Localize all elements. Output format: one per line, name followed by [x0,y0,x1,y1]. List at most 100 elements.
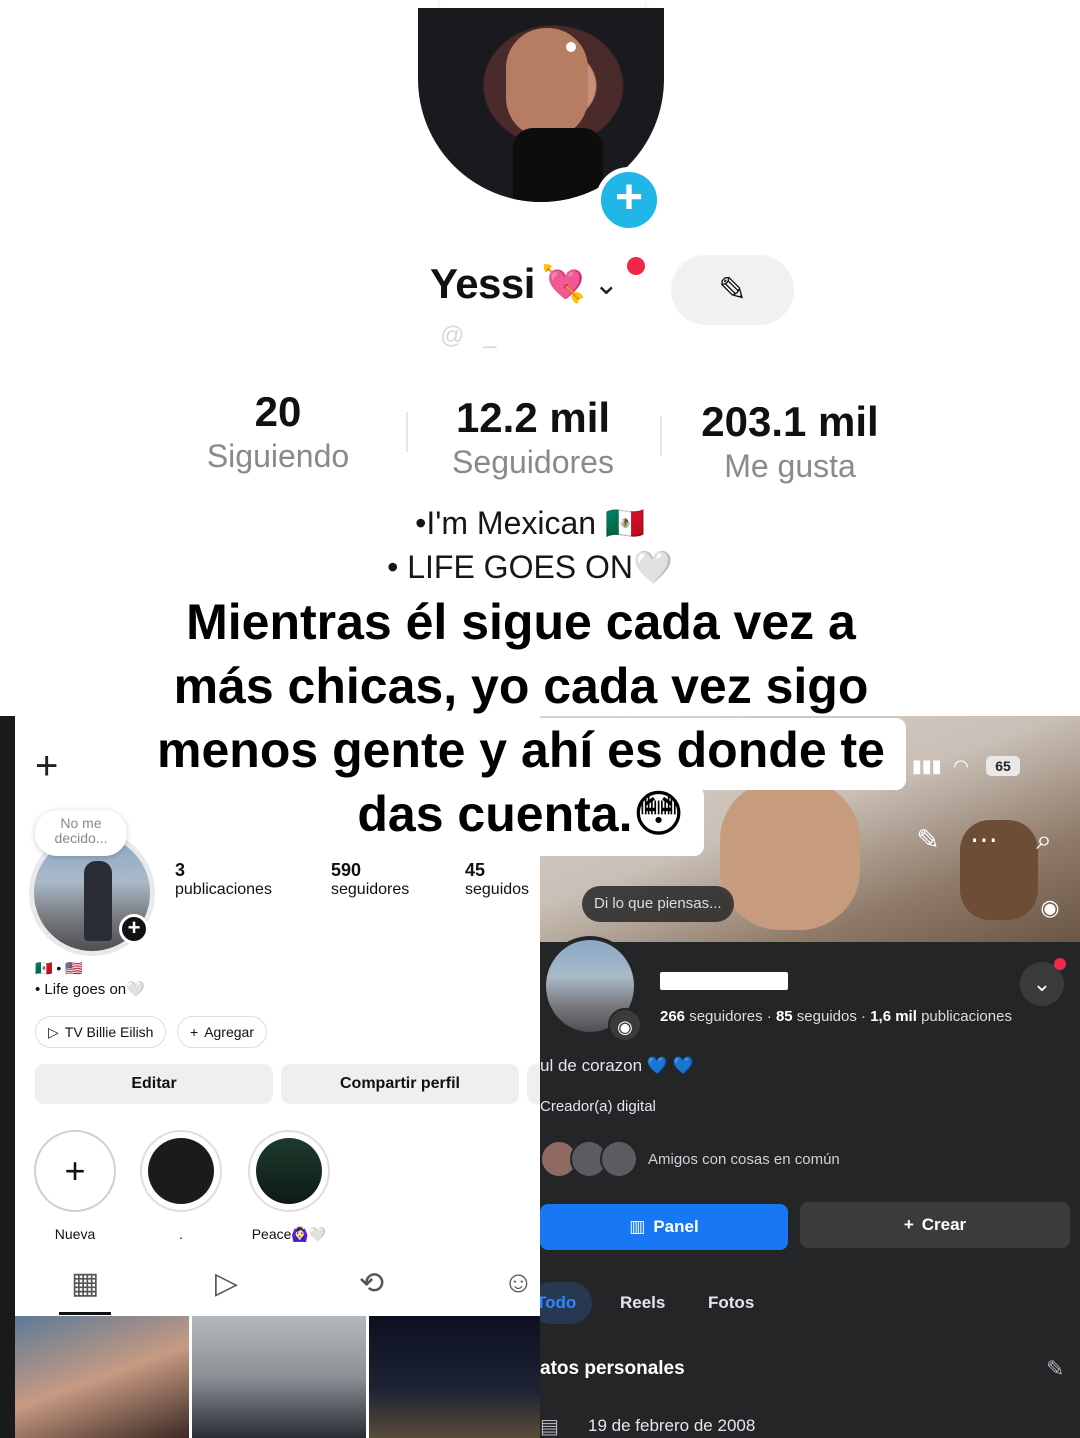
panel-edge [0,716,12,1438]
tagged-icon[interactable]: ☺ [503,1266,534,1300]
stat-followers[interactable]: 590 seguidores [331,860,409,899]
stat-following[interactable]: 45 seguidos [465,860,529,899]
bio-text: • Life goes on🤍 [35,981,145,998]
add-story-icon[interactable]: + [596,167,662,233]
camera-icon[interactable]: ◉ [608,1008,642,1042]
caption-line: das cuenta.😳 [357,786,685,842]
new-post-icon[interactable]: + [35,744,58,789]
chart-icon: ▥ [629,1217,646,1236]
highlight-new[interactable]: + Nueva [33,1130,117,1242]
followers-label: seguidores [689,1008,763,1025]
followers-count[interactable]: 266 [660,1008,685,1025]
bio-line: • LIFE GOES ON🤍 [387,549,673,585]
search-icon[interactable]: ⌕ [1024,820,1064,860]
posts-label: publicaciones [921,1008,1012,1025]
status-bubble[interactable]: Di lo que piensas... [582,886,734,922]
mutual-friends-label: Amigos con cosas en común [648,1150,840,1168]
post-thumbnail[interactable] [15,1316,189,1438]
stat-likes[interactable]: 203.1 mil Me gusta [680,398,900,485]
avatar-clothing [513,128,603,202]
profile-stats: 266 seguidores · 85 seguidos · 1,6 mil p… [660,1008,1012,1025]
caption-line: menos gente y ahí es donde te [157,722,885,778]
edit-cover-icon[interactable]: ✎ [908,820,948,860]
birthday-text: 19 de febrero de 2008 [588,1416,756,1435]
following-count[interactable]: 85 [776,1008,793,1025]
pencil-icon: ✎ [718,271,747,309]
profile-name-row[interactable]: Yessi 💘 ⌄ [430,258,619,310]
more-icon[interactable]: ⋯ [964,820,1004,860]
avatar-person [84,861,112,941]
video-caption: Mientras él sigue cada vez a más chicas,… [140,590,902,846]
stat-label: publicaciones [175,881,272,898]
dashboard-button[interactable]: ▥ Panel [540,1204,788,1250]
cake-icon: ▤ [540,1416,559,1438]
notification-dot [627,257,645,275]
highlight-label: Peace🙆🏻‍♀️🤍 [251,1226,327,1242]
add-chip[interactable]: + Agregar [177,1016,267,1048]
battery-icon: 65 [986,756,1020,776]
profile-handle: @ _ [440,322,503,349]
post-thumbnail[interactable] [369,1316,540,1438]
notification-dot [1054,958,1066,970]
stat-label: Siguiendo [206,438,350,474]
posts-count[interactable]: 1,6 mil [870,1008,917,1025]
bio-line: •I'm Mexican 🇲🇽 [415,505,645,541]
stat-label: seguidos [465,881,530,898]
repost-icon[interactable]: ⟲ [359,1266,384,1301]
profile-name: Yessi [430,260,535,307]
avatar-highlight [566,42,576,52]
plus-icon: + [190,1024,199,1040]
plus-icon: + [903,1215,914,1234]
plus-icon: + [64,1150,86,1191]
following-label: seguidos [796,1008,857,1025]
add-friend-button[interactable] [527,1064,540,1104]
bio-flags: 🇲🇽 • 🇺🇸 [35,960,83,976]
stat-label: Seguidores [452,444,614,480]
tab-photos[interactable]: Fotos [708,1282,754,1324]
stat-posts[interactable]: 3 publicaciones [175,860,272,899]
highlight-item[interactable]: . [139,1130,223,1242]
music-chip[interactable]: ▷ TV Billie Eilish [35,1016,167,1048]
stat-value: 590 [331,860,362,880]
profile-name-redacted [660,972,788,990]
edit-button[interactable]: Editar [35,1064,273,1104]
stat-value: 3 [175,860,186,880]
mutual-friends[interactable]: Amigos con cosas en común [540,1140,840,1178]
reels-icon[interactable]: ▷ [215,1266,238,1301]
note-bubble[interactable]: No me decido... [35,810,127,856]
post-grid [15,1316,540,1438]
tab-all[interactable]: Todo [540,1282,592,1324]
stat-following[interactable]: 20 Siguiendo [168,388,388,475]
highlight-cover [148,1138,214,1204]
friend-avatar [600,1140,638,1178]
signal-icon: ▮▮▮ [912,756,942,776]
section-title: atos personales [540,1358,685,1379]
share-profile-button[interactable]: Compartir perfil [281,1064,519,1104]
pencil-icon[interactable]: ✎ [1046,1356,1064,1382]
caption-line: más chicas, yo cada vez sigo [173,658,869,714]
grid-icon[interactable]: ▦ [71,1266,99,1301]
highlight-cover [256,1138,322,1204]
stat-divider [406,412,408,452]
category-text: Creador(a) digital [540,1098,656,1115]
stat-value: 203.1 mil [701,398,879,445]
add-story-icon[interactable]: + [119,914,149,944]
stat-value: 45 [465,860,486,880]
caption-line: Mientras él sigue cada vez a [186,594,856,650]
highlight-label: Nueva [54,1226,96,1242]
add-chip-label: Agregar [204,1024,254,1040]
camera-icon[interactable]: ◉ [1030,888,1070,928]
edit-profile-button[interactable]: ✎ [671,255,794,325]
tab-reels[interactable]: Reels [620,1282,665,1324]
play-icon: ▷ [48,1023,59,1040]
chevron-down-icon[interactable]: ⌄ [594,267,619,302]
post-thumbnail[interactable] [192,1316,366,1438]
create-button[interactable]: + Crear [800,1202,1070,1248]
content-tabs: ▦ ▷ ⟲ ☺ [15,1256,540,1316]
music-chip-label: TV Billie Eilish [64,1024,154,1040]
highlight-item[interactable]: Peace🙆🏻‍♀️🤍 [247,1130,331,1243]
stat-followers[interactable]: 12.2 mil Seguidores [423,394,643,481]
active-tab-indicator [59,1312,111,1315]
stat-label: Me gusta [724,448,856,484]
bio-text: ul de corazon 💙 💙 [540,1056,694,1075]
